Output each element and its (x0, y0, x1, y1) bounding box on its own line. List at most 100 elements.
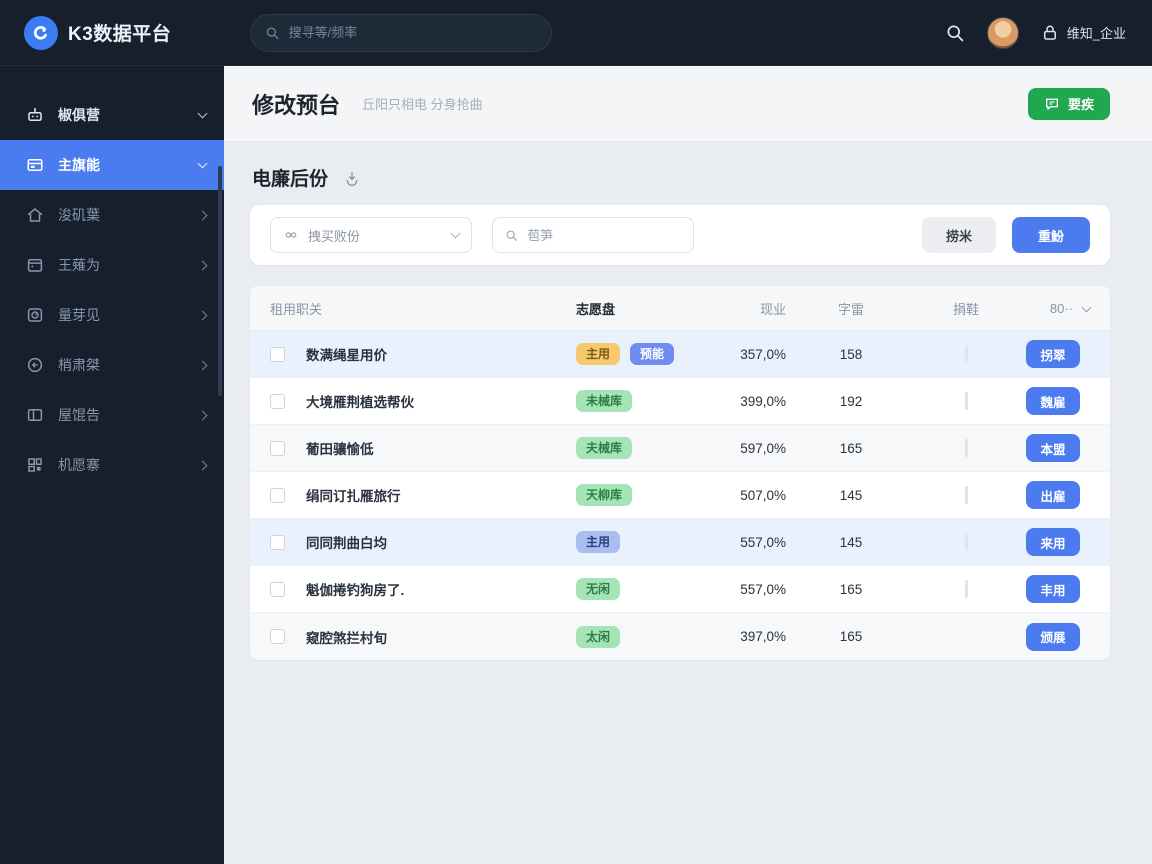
sidebar-item-1[interactable]: 主旗能 (0, 140, 224, 190)
filter-icon (285, 232, 297, 238)
row-action-button[interactable]: 颁展 (1026, 622, 1080, 651)
column-header-percent[interactable]: 现业 (696, 299, 786, 318)
row-checkbox[interactable] (270, 629, 285, 644)
query-button[interactable]: 重魵 (1011, 217, 1090, 253)
column-header-count[interactable]: 字雷 (786, 299, 916, 318)
table-row[interactable]: 大境雁荆植选帮伙 未械库 399,0% 192 魏雇 (250, 378, 1110, 425)
row-count: 165 (839, 629, 863, 644)
user-avatar[interactable] (986, 16, 1019, 49)
topbar: K3数据平台 维知_企业 (0, 0, 1152, 66)
sidebar-scrollbar[interactable] (218, 166, 222, 396)
message-button[interactable]: 要疾 (1027, 87, 1110, 120)
row-percent: 507,0% (740, 487, 786, 503)
row-percent: 397,0% (740, 629, 786, 644)
row-count: 158 (839, 346, 863, 362)
page-subtitle: 丘阳只相电 分身抢曲 (362, 97, 483, 112)
table-search[interactable] (492, 217, 694, 253)
row-percent: 399,0% (740, 393, 786, 409)
category-select[interactable]: 拽买败份 (270, 217, 472, 253)
table-header-row: 租用职关 志愿盘 现业 字雷 捐鞋 80·· (250, 286, 1110, 331)
sidebar-item-label: 王薙为 (58, 257, 100, 273)
row-checkbox[interactable] (270, 346, 285, 362)
row-action-button[interactable]: 出雇 (1026, 481, 1080, 509)
user-menu[interactable]: 维知_企业 (1041, 23, 1126, 42)
search-icon (266, 27, 279, 39)
row-name: 窥腔煞拦村旬 (306, 630, 387, 646)
mini-bar (964, 533, 968, 551)
column-header-status[interactable]: 志愿盘 (576, 299, 696, 318)
chevron-right-icon (197, 460, 208, 470)
chevron-right-icon (197, 410, 208, 420)
row-checkbox[interactable] (270, 487, 285, 503)
mini-bar (964, 392, 968, 410)
row-count: 145 (839, 487, 863, 503)
page-title: 修改预台 (252, 92, 341, 118)
row-checkbox[interactable] (270, 393, 285, 409)
sidebar-item-label: 主旗能 (58, 157, 100, 173)
sidebar-item-7[interactable]: 机愿寨 (0, 440, 224, 490)
table-row[interactable]: 绢同订扎雁旅行 天柳库 507,0% 145 出雇 (250, 472, 1110, 519)
row-action-button[interactable]: 魏雇 (1026, 387, 1080, 415)
row-checkbox[interactable] (270, 440, 285, 456)
status-badge: 未械库 (576, 390, 633, 412)
global-search-input[interactable] (288, 25, 537, 40)
column-header-more-label: 80·· (1049, 300, 1073, 316)
chevron-down-icon (1081, 302, 1092, 312)
chevron-down-icon (197, 158, 208, 169)
row-name: 魁伽捲钓狗房了. (306, 583, 405, 598)
column-header-more[interactable]: 80·· (1016, 300, 1092, 316)
global-search[interactable] (250, 13, 552, 52)
mini-bar (964, 486, 968, 504)
column-header-name[interactable]: 租用职关 (270, 299, 576, 318)
search-icon[interactable] (945, 23, 965, 43)
section-title: 电廉后份 (252, 169, 329, 190)
row-count: 192 (839, 393, 863, 409)
grid-icon (28, 458, 42, 472)
row-name: 绢同订扎雁旅行 (306, 489, 401, 504)
table-search-input[interactable] (527, 227, 681, 243)
sidebar-item-4[interactable]: 量芽见 (0, 290, 224, 340)
download-icon[interactable] (344, 170, 360, 186)
sidebar-item-0[interactable]: 椒俱营 (0, 90, 224, 140)
row-name: 葡田骧愉低 (306, 442, 374, 457)
home-icon (27, 208, 43, 222)
data-table: 租用职关 志愿盘 现业 字雷 捐鞋 80·· 数满绳星用价 主用 预能 357,… (250, 286, 1110, 660)
category-select-value: 拽买败份 (308, 228, 361, 244)
status-badge: 夫械库 (576, 437, 633, 459)
sidebar-item-label: 屋馄告 (58, 407, 100, 423)
sidebar-item-5[interactable]: 梢肃桀 (0, 340, 224, 390)
column-header-bar[interactable]: 捐鞋 (916, 299, 1016, 318)
table-row[interactable]: 魁伽捲钓狗房了. 无闲 557,0% 165 丰用 (250, 566, 1110, 613)
calendar-icon (27, 259, 43, 272)
row-action-button[interactable]: 本盟 (1026, 434, 1080, 462)
status-badge: 主用 (576, 531, 621, 553)
chevron-down-icon (450, 228, 461, 239)
row-percent: 597,0% (740, 440, 786, 456)
reset-button[interactable]: 捞米 (921, 217, 996, 253)
sidebar-item-label: 椒俱营 (58, 107, 100, 123)
app-title: K3数据平台 (68, 24, 172, 45)
row-action-button[interactable]: 来用 (1026, 528, 1080, 556)
sidebar-item-3[interactable]: 王薙为 (0, 240, 224, 290)
sidebar-item-2[interactable]: 浚矶葉 (0, 190, 224, 240)
sidebar-item-label: 机愿寨 (58, 457, 100, 473)
row-percent: 357,0% (740, 346, 786, 362)
table-row[interactable]: 同同荆曲白均 主用 557,0% 145 来用 (250, 519, 1110, 566)
row-checkbox[interactable] (270, 534, 285, 550)
lock-icon (1043, 25, 1056, 40)
sidebar-item-6[interactable]: 屋馄告 (0, 390, 224, 440)
main-content: 修改预台 丘阳只相电 分身抢曲 要疾 电廉后份 拽买败份 捞米 重魵 租用职关 … (224, 66, 1152, 864)
row-action-button[interactable]: 丰用 (1026, 575, 1080, 603)
robot-icon (28, 107, 42, 121)
row-checkbox[interactable] (270, 581, 285, 597)
row-percent: 557,0% (740, 534, 786, 550)
app-logo[interactable]: K3数据平台 (0, 15, 224, 50)
row-count: 165 (839, 581, 863, 597)
row-action-button[interactable]: 拐翠 (1026, 340, 1080, 368)
table-row[interactable]: 数满绳星用价 主用 预能 357,0% 158 拐翠 (250, 331, 1110, 378)
filter-bar: 拽买败份 捞米 重魵 (250, 205, 1110, 265)
table-row[interactable]: 葡田骧愉低 夫械库 597,0% 165 本盟 (250, 425, 1110, 472)
table-row[interactable]: 窥腔煞拦村旬 太闲 397,0% 165 颁展 (250, 613, 1110, 660)
chevron-right-icon (197, 360, 208, 370)
status-badge: 天柳库 (576, 484, 633, 506)
